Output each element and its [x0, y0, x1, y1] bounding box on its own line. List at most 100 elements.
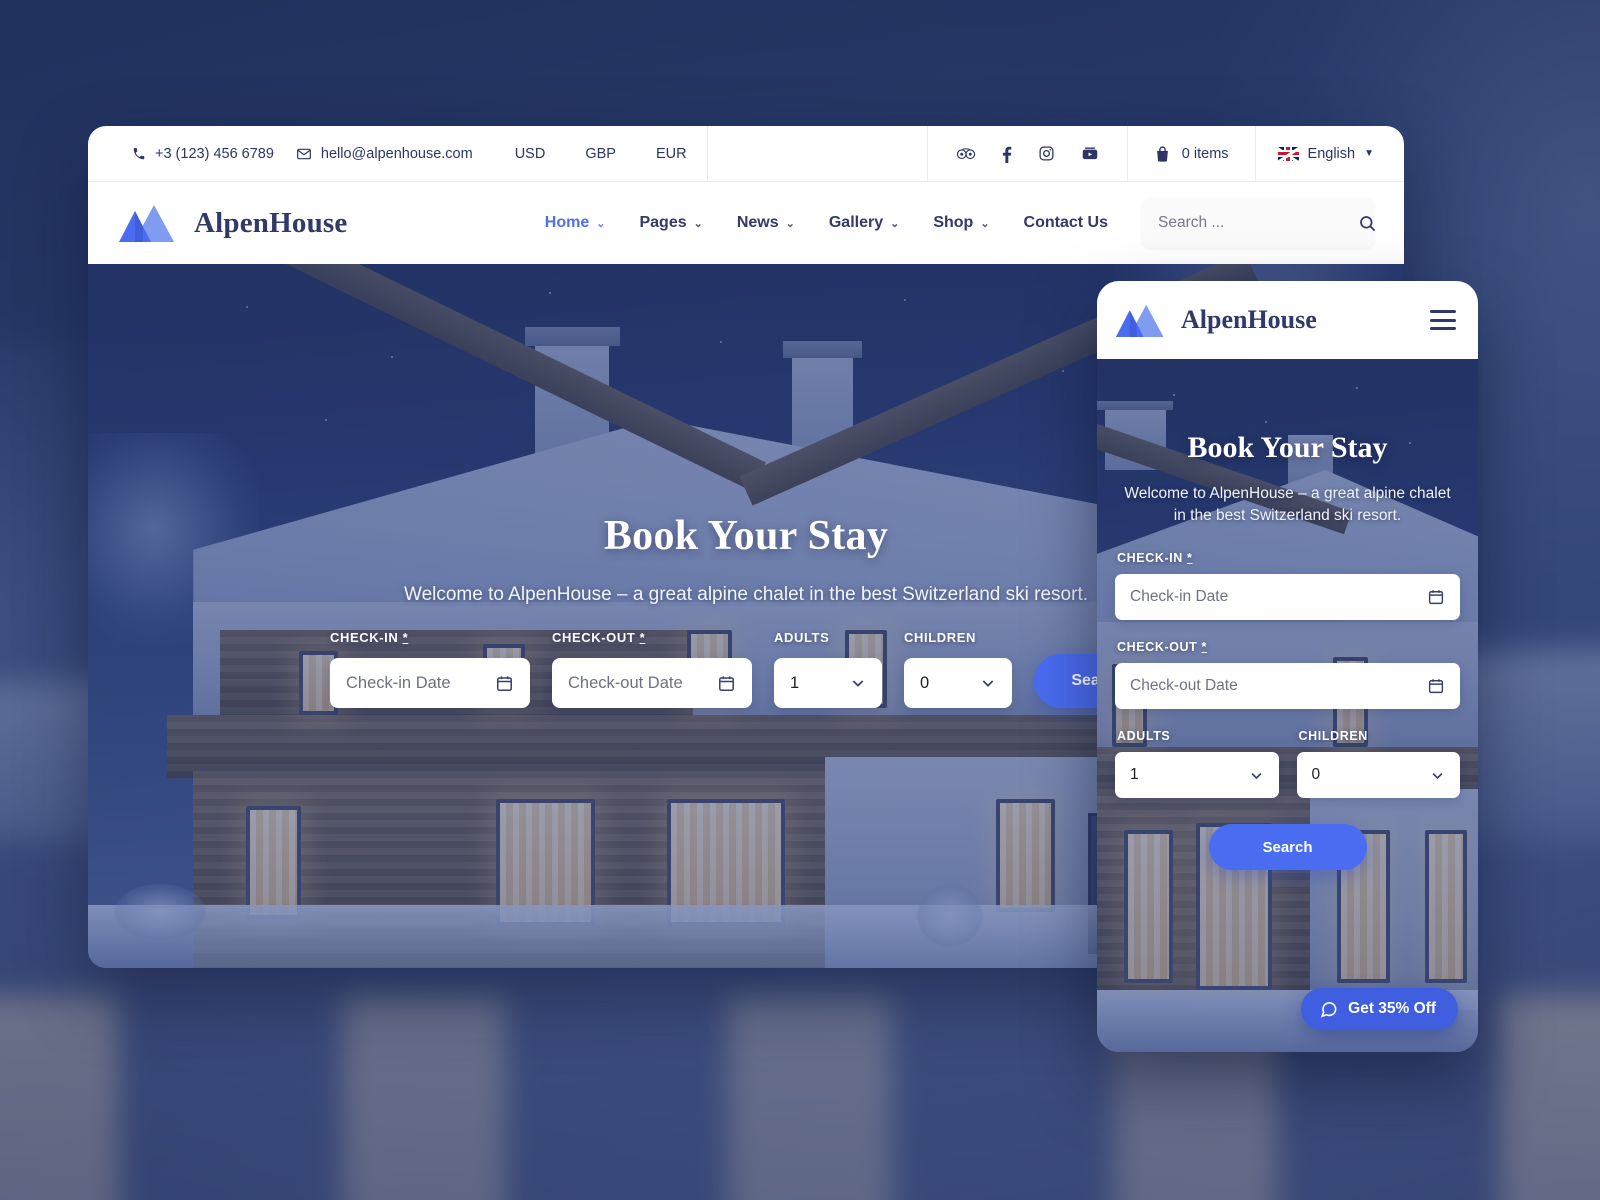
- mobile-checkin-placeholder: Check-in Date: [1130, 588, 1229, 605]
- language-label: English: [1307, 145, 1356, 162]
- checkin-field: CHECK-IN * Check-in Date: [330, 630, 530, 708]
- chevron-down-icon[interactable]: [980, 675, 996, 691]
- nav-label: Gallery: [828, 214, 884, 231]
- chevron-down-icon: ⌄: [980, 217, 990, 230]
- main-navigation-bar: AlpenHouse Home ⌄ Pages ⌄ News ⌄ Gallery…: [88, 182, 1404, 264]
- nav-label: Shop: [933, 214, 974, 231]
- checkin-label: CHECK-IN *: [330, 630, 530, 645]
- required-marker: *: [1187, 551, 1193, 565]
- mobile-mockup-card: AlpenHouse Book Your Stay Welcome to Alp…: [1097, 281, 1478, 1052]
- mobile-children-field: CHILDREN 0: [1296, 729, 1460, 818]
- nav-item-shop[interactable]: Shop ⌄: [933, 214, 989, 232]
- mobile-adults-label: ADULTS: [1117, 729, 1171, 743]
- hero-title: Book Your Stay: [603, 513, 889, 559]
- currency-gbp[interactable]: GBP: [565, 146, 636, 162]
- mobile-checkin-label-text: CHECK-IN: [1117, 551, 1183, 565]
- mobile-adults-select[interactable]: 1: [1115, 752, 1279, 798]
- checkin-label-text: CHECK-IN: [330, 630, 399, 645]
- mobile-guests-row: ADULTS 1 CHILDREN 0: [1115, 729, 1460, 818]
- nav-item-gallery[interactable]: Gallery ⌄: [829, 214, 899, 232]
- facebook-icon[interactable]: [1002, 145, 1012, 163]
- nav-label: Contact Us: [1023, 214, 1108, 231]
- children-label: CHILDREN: [904, 630, 976, 645]
- language-selector[interactable]: English ▼: [1256, 126, 1404, 181]
- chevron-down-icon: ⌄: [785, 217, 795, 230]
- email-link[interactable]: hello@alpenhouse.com: [296, 146, 495, 162]
- mobile-search-button[interactable]: Search: [1208, 824, 1367, 870]
- phone-number: +3 (123) 456 6789: [155, 145, 274, 162]
- nav-item-pages[interactable]: Pages ⌄: [639, 214, 702, 232]
- calendar-icon[interactable]: [1427, 588, 1445, 606]
- mobile-checkin-date-input[interactable]: Check-in Date: [1115, 574, 1460, 620]
- search-icon[interactable]: [1358, 214, 1377, 233]
- chat-promo-label: Get 35% Off: [1348, 1000, 1436, 1017]
- calendar-icon[interactable]: [495, 674, 514, 693]
- mobile-hero-content: Book Your Stay Welcome to AlpenHouse – a…: [1097, 359, 1478, 1052]
- mobile-header: AlpenHouse: [1097, 281, 1478, 359]
- children-select[interactable]: 0: [904, 658, 1012, 708]
- children-value: 0: [920, 673, 930, 692]
- mobile-checkout-label: CHECK-OUT *: [1117, 640, 1460, 654]
- cart-link[interactable]: 0 items: [1128, 126, 1256, 181]
- nav-label: Home: [544, 214, 590, 231]
- booking-search-form: CHECK-IN * Check-in Date CHECK-OUT * Che…: [330, 630, 1162, 708]
- chevron-down-icon[interactable]: [850, 675, 866, 691]
- hero-subtitle: Welcome to AlpenHouse – a great alpine c…: [403, 584, 1089, 605]
- mobile-children-select[interactable]: 0: [1296, 752, 1460, 798]
- mobile-hero-title: Book Your Stay: [1187, 431, 1388, 464]
- adults-value: 1: [790, 673, 800, 692]
- shopping-bag-icon: [1154, 145, 1171, 163]
- calendar-icon[interactable]: [717, 674, 736, 693]
- cart-item-count: 0 items: [1181, 145, 1229, 162]
- calendar-icon[interactable]: [1427, 677, 1445, 695]
- required-marker: *: [1201, 640, 1207, 654]
- search-input[interactable]: [1158, 214, 1358, 232]
- nav-label: Pages: [639, 214, 687, 231]
- brand-logo-link[interactable]: AlpenHouse: [114, 202, 347, 244]
- children-field: CHILDREN 0: [904, 630, 1012, 708]
- checkin-date-input[interactable]: Check-in Date: [330, 658, 530, 708]
- mobile-checkin-label: CHECK-IN *: [1117, 551, 1460, 565]
- checkout-date-input[interactable]: Check-out Date: [552, 658, 752, 708]
- phone-link[interactable]: +3 (123) 456 6789: [132, 146, 296, 162]
- checkin-placeholder: Check-in Date: [346, 673, 451, 692]
- chevron-down-icon: ⌄: [890, 217, 900, 230]
- instagram-icon[interactable]: [1038, 145, 1055, 162]
- mobile-brand-name: AlpenHouse: [1181, 305, 1317, 334]
- mobile-booking-form: CHECK-IN * Check-in Date CHECK-OUT * Che…: [1115, 551, 1460, 870]
- mountain-logo-icon: [118, 202, 178, 244]
- uk-flag-icon: [1277, 146, 1299, 161]
- social-links-group: [926, 126, 1128, 181]
- mobile-checkout-label-text: CHECK-OUT: [1117, 640, 1198, 654]
- top-utility-bar: +3 (123) 456 6789 hello@alpenhouse.com U…: [88, 126, 1404, 182]
- chevron-down-icon: ▼: [1364, 148, 1374, 159]
- mobile-children-value: 0: [1311, 766, 1321, 783]
- nav-item-news[interactable]: News ⌄: [737, 214, 795, 232]
- nav-menu: Home ⌄ Pages ⌄ News ⌄ Gallery ⌄ Shop ⌄ C…: [347, 214, 1142, 232]
- youtube-icon[interactable]: [1081, 146, 1099, 162]
- chat-promo-badge[interactable]: Get 35% Off: [1301, 988, 1458, 1030]
- nav-item-home[interactable]: Home ⌄: [545, 214, 606, 232]
- checkout-label-text: CHECK-OUT: [552, 630, 636, 645]
- currency-eur[interactable]: EUR: [636, 146, 707, 162]
- currency-usd[interactable]: USD: [495, 146, 566, 162]
- brand-name: AlpenHouse: [194, 206, 348, 239]
- nav-item-contact-us[interactable]: Contact Us: [1024, 214, 1108, 232]
- adults-select[interactable]: 1: [774, 658, 882, 708]
- chevron-down-icon[interactable]: [1430, 768, 1445, 783]
- tripadvisor-icon[interactable]: [956, 146, 976, 161]
- mobile-search-button-wrap: Search: [1115, 824, 1460, 870]
- mobile-adults-field: ADULTS 1: [1115, 729, 1279, 818]
- mobile-checkout-placeholder: Check-out Date: [1130, 677, 1238, 694]
- hamburger-menu-icon[interactable]: [1430, 310, 1456, 330]
- chat-bubble-icon: [1319, 1000, 1338, 1019]
- mountain-logo-icon: [1115, 302, 1167, 339]
- search-box[interactable]: [1142, 198, 1377, 248]
- envelope-icon: [296, 146, 312, 162]
- email-address: hello@alpenhouse.com: [320, 145, 473, 162]
- chevron-down-icon[interactable]: [1249, 768, 1264, 783]
- mobile-checkout-date-input[interactable]: Check-out Date: [1115, 663, 1460, 709]
- nav-label: News: [736, 214, 779, 231]
- adults-label: ADULTS: [774, 630, 830, 645]
